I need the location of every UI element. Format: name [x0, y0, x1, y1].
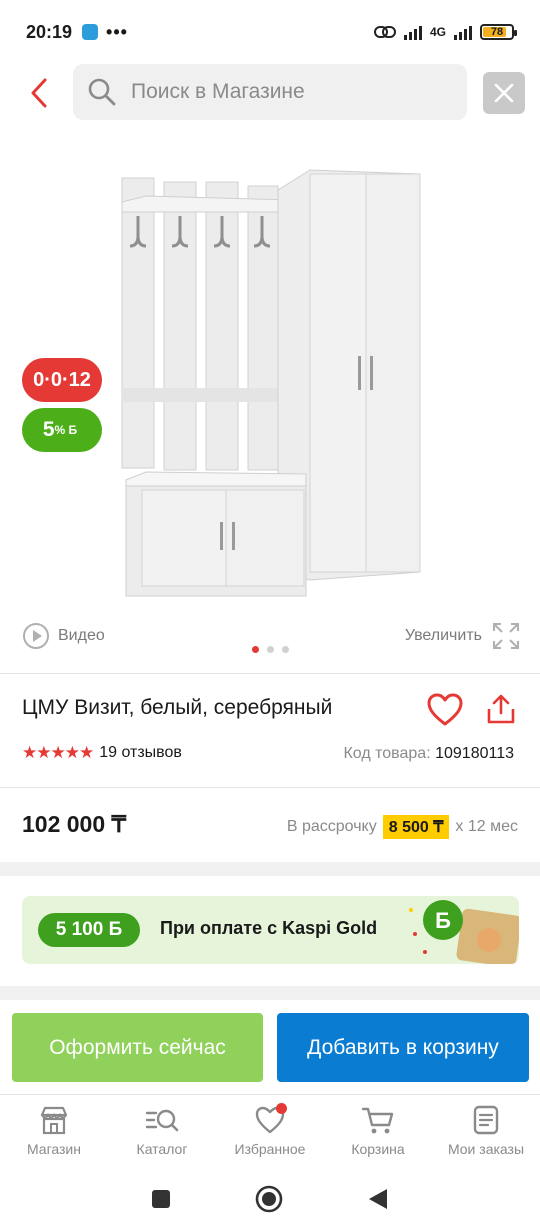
cart-icon	[361, 1107, 394, 1134]
system-back-button[interactable]	[367, 1187, 389, 1216]
home-button[interactable]	[255, 1185, 283, 1218]
status-right: 4G 78	[373, 24, 517, 40]
tab-cart-label: Корзина	[351, 1141, 405, 1157]
tab-cart[interactable]: Корзина	[324, 1095, 432, 1170]
orders-icon	[473, 1105, 499, 1135]
section-divider	[0, 862, 540, 876]
bonus-unit: % Б	[54, 423, 78, 437]
pagination-dot	[267, 646, 274, 653]
more-notifications-icon: •••	[106, 21, 128, 42]
pagination-dot	[282, 646, 289, 653]
expand-icon	[493, 623, 519, 649]
square-icon	[152, 1189, 170, 1208]
bonus-value: 5	[42, 418, 55, 441]
recent-apps-button[interactable]	[151, 1189, 171, 1214]
kaspi-banner-text: При оплате с Kaspi Gold	[160, 918, 378, 938]
system-nav-bar	[0, 1172, 540, 1230]
network-label: 4G	[429, 25, 446, 39]
tab-catalog-label: Каталог	[136, 1141, 188, 1157]
tab-favorites-label: Избранное	[234, 1141, 306, 1157]
video-button[interactable]: Видео	[22, 622, 105, 650]
close-icon	[494, 83, 514, 103]
tab-favorites[interactable]: Избранное	[216, 1095, 324, 1170]
installment-info: В рассрочку 8 500 ₸ x 12 мес	[287, 815, 518, 839]
favorites-notification-dot	[276, 1103, 287, 1114]
signal-icon-2	[454, 24, 472, 40]
search-input[interactable]: Поиск в Магазине	[73, 64, 467, 120]
tab-catalog[interactable]: Каталог	[108, 1095, 216, 1170]
play-icon	[23, 623, 49, 649]
kaspi-gold-card-icon: Б	[409, 900, 519, 964]
rating-row[interactable]: ★★★★★ 19 отзывов	[22, 743, 182, 763]
order-now-button[interactable]: Оформить сейчас	[12, 1013, 263, 1082]
home-circle-icon	[255, 1185, 283, 1212]
favorite-button[interactable]	[427, 693, 463, 732]
product-image	[121, 169, 421, 597]
zoom-button[interactable]: Увеличить	[405, 622, 520, 650]
installment-amount: 8 500 ₸	[382, 815, 450, 839]
link-icon	[373, 26, 396, 38]
divider	[0, 787, 540, 788]
gallery-pagination	[252, 646, 289, 653]
add-to-cart-button[interactable]: Добавить в корзину	[277, 1013, 529, 1082]
installment-badge: 0·0·12	[22, 358, 102, 402]
divider	[0, 673, 540, 674]
kaspi-bonus-pill: 5 100 Б	[38, 913, 140, 947]
video-label: Видео	[58, 627, 105, 644]
catalog-search-icon	[145, 1109, 179, 1132]
product-price: 102 000 ₸	[22, 811, 127, 837]
status-time: 20:19	[26, 21, 73, 42]
battery-level: 78	[490, 26, 504, 38]
product-gallery[interactable]: 0·0·12 5% Б Видео Увеличить	[0, 130, 540, 670]
zoom-label: Увеличить	[404, 627, 482, 644]
installment-prefix: В рассрочку	[286, 818, 377, 835]
pagination-dot-active	[252, 646, 259, 653]
search-icon	[88, 78, 116, 106]
svg-text:Б: Б	[435, 908, 451, 933]
reviews-count: 19 отзывов	[99, 744, 182, 761]
signal-icon	[403, 24, 422, 40]
close-button[interactable]	[483, 72, 525, 114]
status-bar: 20:19 ••• 4G 78	[0, 0, 540, 64]
heart-icon	[427, 693, 463, 726]
product-code-label: Код товара:	[343, 745, 431, 762]
tab-orders[interactable]: Мои заказы	[432, 1095, 540, 1170]
section-divider	[0, 986, 540, 1000]
share-button[interactable]	[486, 693, 516, 730]
installment-suffix: x 12 мес	[455, 818, 518, 835]
product-code: Код товара: 109180113	[343, 745, 514, 763]
tab-store-label: Магазин	[26, 1141, 81, 1157]
share-icon	[487, 694, 515, 724]
search-placeholder: Поиск в Магазине	[131, 80, 305, 103]
store-icon	[40, 1106, 68, 1135]
tab-store[interactable]: Магазин	[0, 1095, 108, 1170]
triangle-back-icon	[369, 1188, 387, 1209]
back-button[interactable]	[24, 76, 54, 110]
rating-stars: ★★★★★	[22, 743, 94, 762]
product-code-value: 109180113	[435, 745, 514, 762]
bonus-badge: 5% Б	[22, 408, 102, 452]
search-header: Поиск в Магазине	[0, 64, 540, 122]
chevron-left-icon	[31, 78, 47, 108]
tab-orders-label: Мои заказы	[447, 1141, 525, 1157]
product-title: ЦМУ Визит, белый, серебряный	[22, 696, 333, 719]
battery-icon: 78	[480, 24, 517, 40]
kaspi-gold-banner[interactable]: 5 100 Б При оплате с Kaspi Gold Б	[22, 896, 519, 964]
bottom-tab-bar: Магазин Каталог Избранное Корзина Мои за…	[0, 1094, 540, 1170]
app-notification-icon	[82, 24, 99, 40]
